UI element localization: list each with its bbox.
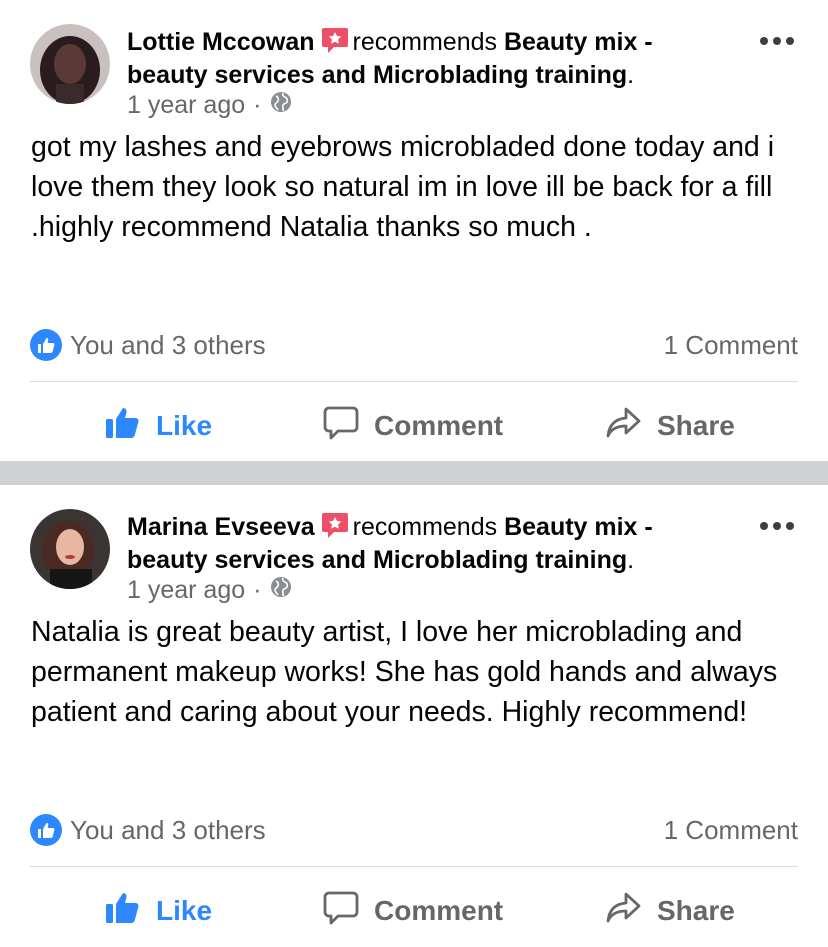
recommendation-icon bbox=[321, 26, 349, 61]
post-header: Marina Evseeva recommends Beauty mix - be… bbox=[127, 511, 727, 575]
comment-label: Comment bbox=[374, 895, 504, 926]
reactions-count: You and 3 others bbox=[70, 329, 266, 360]
post-stats: You and 3 others 1 Comment bbox=[30, 328, 798, 362]
avatar[interactable] bbox=[30, 509, 110, 589]
page-suffix: . bbox=[627, 61, 635, 89]
author-name[interactable]: Marina Evseeva bbox=[127, 513, 315, 541]
reactions-summary[interactable]: You and 3 others bbox=[30, 814, 266, 846]
comment-button[interactable]: Comment bbox=[322, 404, 503, 449]
more-options-button[interactable] bbox=[760, 36, 794, 46]
comment-bubble-icon bbox=[322, 404, 360, 449]
share-arrow-icon bbox=[605, 404, 643, 449]
like-reaction-icon bbox=[30, 814, 62, 846]
meta-separator: · bbox=[253, 91, 262, 119]
like-label: Like bbox=[156, 895, 213, 926]
share-button[interactable]: Share bbox=[605, 889, 735, 934]
page-suffix: . bbox=[627, 546, 635, 574]
recommendation-icon bbox=[321, 511, 349, 546]
post-text: Natalia is great beauty artist, I love h… bbox=[31, 616, 778, 728]
like-button[interactable]: Like bbox=[104, 889, 212, 934]
post-card: Marina Evseeva recommends Beauty mix - be… bbox=[0, 485, 828, 947]
post-meta: 1 year ago · bbox=[127, 90, 293, 121]
share-button[interactable]: Share bbox=[605, 404, 735, 449]
share-label: Share bbox=[657, 895, 735, 926]
action-bar: Like Comment Share bbox=[0, 398, 828, 454]
avatar[interactable] bbox=[30, 24, 110, 104]
divider bbox=[30, 381, 798, 382]
thumbs-up-icon bbox=[104, 889, 142, 934]
comment-label: Comment bbox=[374, 410, 504, 441]
share-label: Share bbox=[657, 410, 735, 441]
reactions-count: You and 3 others bbox=[70, 814, 266, 845]
post-meta: 1 year ago · bbox=[127, 575, 293, 606]
like-label: Like bbox=[156, 410, 213, 441]
share-arrow-icon bbox=[605, 889, 643, 934]
globe-icon bbox=[269, 90, 293, 121]
feed-separator bbox=[0, 461, 828, 485]
post-card: Lottie Mccowan recommends Beauty mix - be… bbox=[0, 0, 828, 461]
meta-separator: · bbox=[253, 576, 262, 604]
action-bar: Like Comment Share bbox=[0, 883, 828, 939]
recommends-verb: recommends bbox=[352, 28, 498, 56]
comment-bubble-icon bbox=[322, 889, 360, 934]
post-timestamp[interactable]: 1 year ago bbox=[127, 576, 245, 605]
post-stats: You and 3 others 1 Comment bbox=[30, 813, 798, 847]
post-header: Lottie Mccowan recommends Beauty mix - be… bbox=[127, 26, 727, 90]
like-reaction-icon bbox=[30, 329, 62, 361]
globe-icon bbox=[269, 575, 293, 606]
reactions-summary[interactable]: You and 3 others bbox=[30, 329, 266, 361]
post-timestamp[interactable]: 1 year ago bbox=[127, 91, 245, 120]
post-text: got my lashes and eyebrows microbladed d… bbox=[31, 131, 775, 243]
more-options-button[interactable] bbox=[760, 521, 794, 531]
like-button[interactable]: Like bbox=[104, 404, 212, 449]
comments-count[interactable]: 1 Comment bbox=[664, 330, 798, 361]
author-name[interactable]: Lottie Mccowan bbox=[127, 28, 315, 56]
comment-button[interactable]: Comment bbox=[322, 889, 503, 934]
recommends-verb: recommends bbox=[352, 513, 498, 541]
divider bbox=[30, 866, 798, 867]
comments-count[interactable]: 1 Comment bbox=[664, 815, 798, 846]
thumbs-up-icon bbox=[104, 404, 142, 449]
